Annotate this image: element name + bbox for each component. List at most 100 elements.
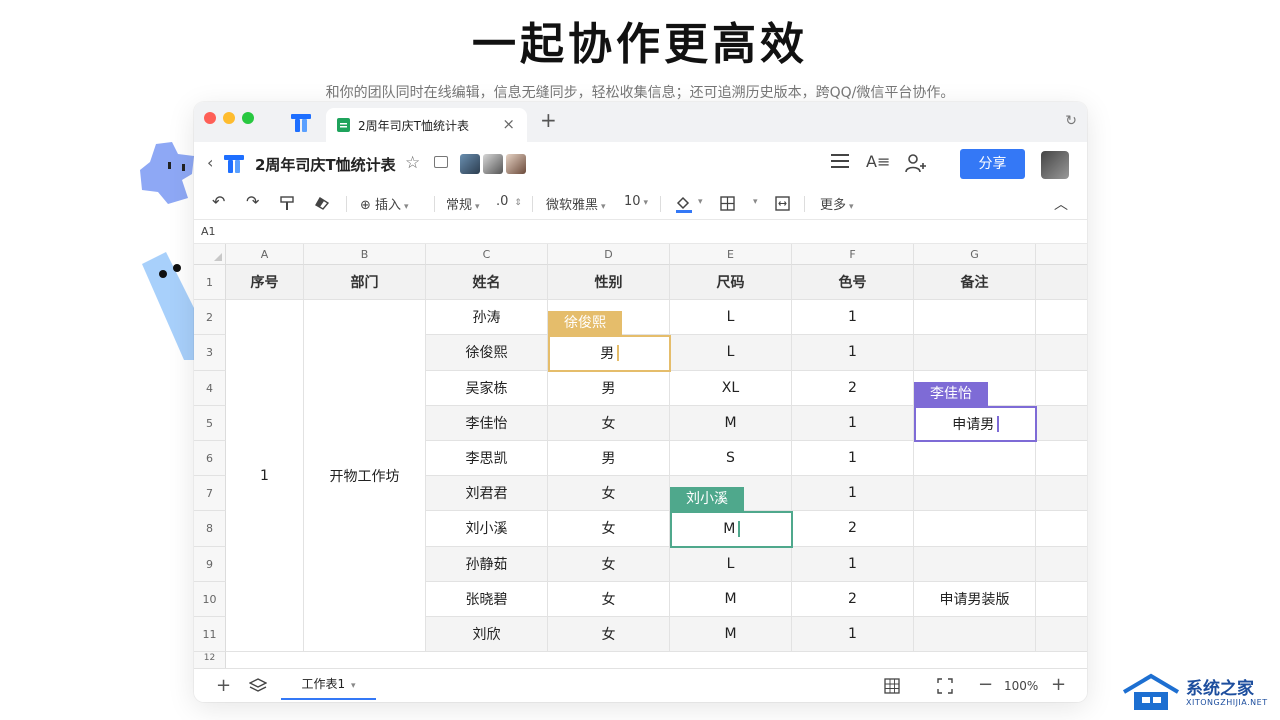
column-header-g[interactable]: G <box>914 244 1036 265</box>
tencent-docs-logo-icon[interactable] <box>290 112 312 134</box>
table-cell[interactable]: 2 <box>792 581 914 617</box>
empty-cell[interactable] <box>1036 546 1087 582</box>
header-cell[interactable]: 姓名 <box>426 265 548 301</box>
sheet-tab-1[interactable]: 工作表1 ▾ <box>281 669 376 700</box>
close-window-button[interactable] <box>204 112 216 124</box>
user-avatar[interactable] <box>1041 151 1069 179</box>
empty-cell[interactable] <box>1036 476 1087 512</box>
insert-menu[interactable]: ⊕ 插入 ▾ <box>360 194 409 213</box>
header-cell[interactable]: 备注 <box>914 265 1036 301</box>
menu-icon[interactable] <box>831 153 849 169</box>
table-cell[interactable]: 孙静茹 <box>426 546 548 582</box>
header-cell[interactable]: 性别 <box>548 265 670 301</box>
collaborator-avatar[interactable] <box>483 154 503 174</box>
table-cell[interactable]: 申请男装版 <box>914 581 1036 617</box>
row-header[interactable]: 3 <box>194 335 226 371</box>
collaborator-editing-cell[interactable]: 申请男 <box>914 405 1037 442</box>
table-cell[interactable] <box>914 300 1036 336</box>
table-cell[interactable]: 1 <box>792 617 914 653</box>
row-header[interactable]: 1 <box>194 265 226 301</box>
add-user-icon[interactable] <box>905 153 927 173</box>
more-menu[interactable]: 更多 ▾ <box>820 194 854 213</box>
row-header[interactable]: 11 <box>194 617 226 653</box>
collapse-toolbar-icon[interactable]: ︿ <box>1054 194 1068 214</box>
table-cell[interactable] <box>914 476 1036 512</box>
format-painter-icon[interactable] <box>280 196 294 211</box>
empty-cell[interactable] <box>1036 265 1087 301</box>
header-cell[interactable]: 色号 <box>792 265 914 301</box>
row-header[interactable]: 7 <box>194 476 226 512</box>
table-cell[interactable]: 李佳怡 <box>426 405 548 441</box>
row-header[interactable]: 8 <box>194 511 226 547</box>
empty-cell[interactable] <box>1036 511 1087 547</box>
column-header-a[interactable]: A <box>226 244 304 265</box>
zoom-level[interactable]: 100% <box>1004 679 1038 693</box>
empty-cell[interactable] <box>1036 405 1087 441</box>
decimal-stepper[interactable]: .0 ⇕ <box>496 194 522 209</box>
table-cell[interactable]: 女 <box>548 617 670 653</box>
table-cell[interactable]: 1 <box>792 546 914 582</box>
table-cell[interactable]: L <box>670 335 792 371</box>
row-header[interactable]: 5 <box>194 405 226 441</box>
collaborator-editing-cell[interactable]: M <box>670 511 793 548</box>
table-cell[interactable]: M <box>670 617 792 653</box>
column-header-d[interactable]: D <box>548 244 670 265</box>
table-cell[interactable]: 张晓碧 <box>426 581 548 617</box>
column-header-c[interactable]: C <box>426 244 548 265</box>
table-cell[interactable]: L <box>670 300 792 336</box>
row-header[interactable]: 9 <box>194 546 226 582</box>
text-format-icon[interactable]: A≡ <box>866 152 890 171</box>
table-cell[interactable] <box>914 511 1036 547</box>
close-tab-icon[interactable]: × <box>502 115 515 133</box>
table-cell[interactable]: 男 <box>548 441 670 477</box>
cell-reference[interactable]: A1 <box>201 225 216 238</box>
merged-cell-seq[interactable]: 1 <box>226 300 304 653</box>
maximize-window-button[interactable] <box>242 112 254 124</box>
column-header-e[interactable]: E <box>670 244 792 265</box>
table-cell[interactable] <box>914 617 1036 653</box>
table-cell[interactable] <box>914 441 1036 477</box>
table-cell[interactable]: 男 <box>548 370 670 406</box>
row-header[interactable]: 10 <box>194 581 226 617</box>
tencent-docs-logo-icon[interactable] <box>223 153 245 175</box>
table-cell[interactable]: 刘欣 <box>426 617 548 653</box>
refresh-icon[interactable]: ↻ <box>1065 113 1077 129</box>
caret-down-icon[interactable]: ▾ <box>753 197 758 207</box>
table-cell[interactable]: M <box>670 581 792 617</box>
table-cell[interactable] <box>914 335 1036 371</box>
column-header-f[interactable]: F <box>792 244 914 265</box>
font-family-select[interactable]: 微软雅黑 ▾ <box>546 194 606 213</box>
minimize-window-button[interactable] <box>223 112 235 124</box>
collaborator-editing-cell[interactable]: 男 <box>548 335 671 372</box>
row-header[interactable]: 2 <box>194 300 226 336</box>
table-cell[interactable]: 女 <box>548 511 670 547</box>
table-cell[interactable]: 2 <box>792 511 914 547</box>
table-cell[interactable]: S <box>670 441 792 477</box>
table-cell[interactable]: 女 <box>548 546 670 582</box>
empty-cell[interactable] <box>1036 335 1087 371</box>
table-cell[interactable]: 2 <box>792 370 914 406</box>
table-cell[interactable]: 1 <box>792 335 914 371</box>
add-sheet-button[interactable]: + <box>216 675 231 696</box>
table-cell[interactable]: 1 <box>792 405 914 441</box>
table-cell[interactable]: 刘小溪 <box>426 511 548 547</box>
table-cell[interactable]: 1 <box>792 476 914 512</box>
new-tab-button[interactable]: + <box>540 110 557 130</box>
table-cell[interactable]: 1 <box>792 300 914 336</box>
select-all-corner[interactable] <box>194 244 226 265</box>
share-button[interactable]: 分享 <box>960 149 1025 179</box>
empty-cell[interactable] <box>1036 300 1087 336</box>
table-cell[interactable]: 女 <box>548 476 670 512</box>
row-header[interactable]: 4 <box>194 370 226 406</box>
merge-cells-icon[interactable] <box>775 196 790 211</box>
table-cell[interactable]: 孙涛 <box>426 300 548 336</box>
star-icon[interactable]: ☆ <box>405 153 420 173</box>
merged-cell-dept[interactable]: 开物工作坊 <box>304 300 426 653</box>
table-cell[interactable]: 1 <box>792 441 914 477</box>
empty-cell[interactable] <box>1036 441 1087 477</box>
collaborator-avatar[interactable] <box>506 154 526 174</box>
layers-icon[interactable] <box>249 677 267 695</box>
empty-cell[interactable] <box>1036 617 1087 653</box>
undo-icon[interactable]: ↶ <box>212 192 225 211</box>
move-to-folder-icon[interactable] <box>434 156 448 168</box>
